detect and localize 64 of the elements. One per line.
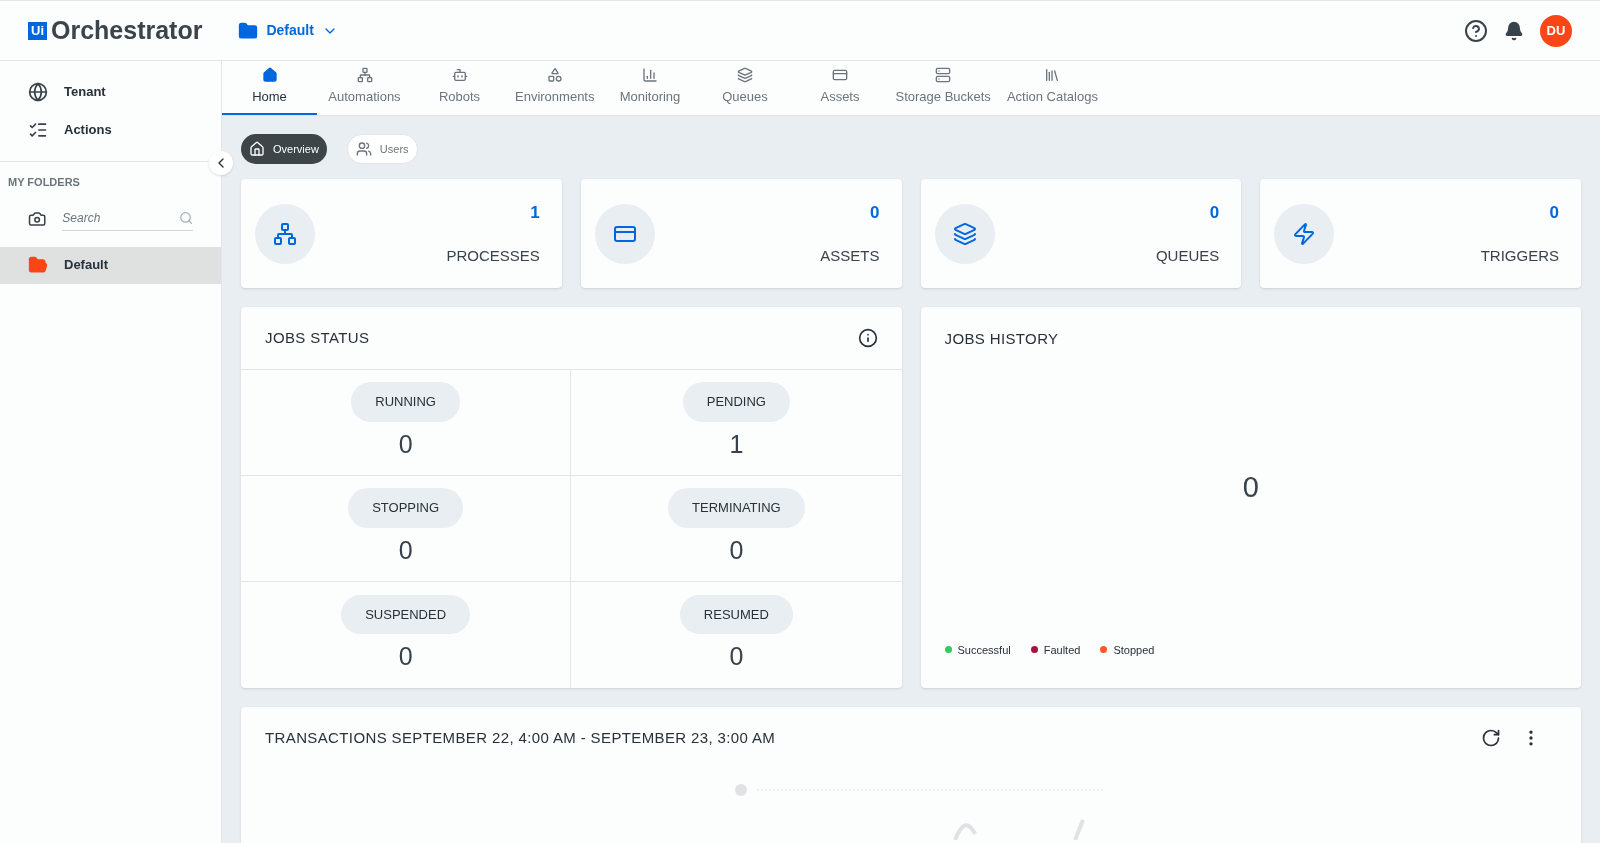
sidebar-item[interactable]: Actions	[0, 111, 221, 149]
status-chip: RUNNING	[351, 382, 460, 422]
notifications-icon[interactable]	[1504, 20, 1524, 41]
status-count: 0	[398, 428, 413, 460]
stat-card[interactable]: 1 PROCESSES	[241, 179, 562, 288]
refresh-icon[interactable]	[1481, 728, 1501, 749]
nav-tab[interactable]: Robots	[412, 61, 507, 115]
card-title: JOBS HISTORY	[944, 329, 1059, 349]
app-title: Orchestrator	[51, 14, 203, 46]
view-chip[interactable]: Users	[346, 134, 418, 164]
stat-label: TRIGGERS	[1480, 246, 1559, 266]
section-label: MY FOLDERS	[7, 175, 81, 190]
jobs-total: 0	[1242, 469, 1259, 505]
collapse-button[interactable]	[209, 151, 233, 175]
user-avatar[interactable]: DU	[1540, 14, 1572, 47]
logo-mark: Ui	[28, 21, 47, 40]
status-chip: TERMINATING	[668, 488, 805, 528]
stat-value: 0	[1209, 201, 1220, 224]
stat-label: QUEUES	[1155, 246, 1220, 266]
status-chip: RESUMED	[679, 594, 793, 634]
stat-card[interactable]: 0 ASSETS	[580, 179, 902, 288]
status-chip: PENDING	[682, 382, 790, 422]
checklist-icon	[28, 120, 48, 140]
card-title: TRANSACTIONS SEPTEMBER 22, 4:00 AM - SEPTEMBER 23, 3:00 AM	[265, 728, 776, 748]
legend-label: Stopped	[1113, 642, 1155, 658]
info-icon[interactable]	[857, 328, 878, 348]
stat-label: PROCESSES	[446, 246, 540, 266]
help-icon[interactable]	[1464, 18, 1488, 43]
home-icon	[249, 141, 265, 157]
status-count: 0	[398, 641, 413, 672]
status-chip: SUSPENDED	[341, 594, 471, 634]
status-count: 1	[729, 428, 744, 460]
nav-tab[interactable]: Environments	[507, 61, 603, 115]
status-count: 0	[729, 641, 744, 672]
sidebar-item[interactable]: Tenant	[0, 73, 221, 111]
legend-label: Successful	[957, 642, 1011, 658]
nav-tab[interactable]: Assets	[792, 61, 888, 115]
nav-tab[interactable]: Automations	[317, 61, 412, 115]
search-field[interactable]: Search	[62, 209, 179, 227]
globe-icon	[28, 82, 48, 102]
nav-tab[interactable]: Action Catalogs	[998, 61, 1106, 115]
nav-tab[interactable]: Storage Buckets	[887, 61, 999, 115]
legend-label: Faulted	[1043, 642, 1081, 658]
stat-value: 0	[870, 201, 880, 224]
status-chip: STOPPING	[348, 488, 464, 528]
search-icon	[178, 210, 193, 226]
folder-icon	[238, 20, 259, 41]
status-count: 0	[398, 534, 413, 566]
view-chip[interactable]: Overview	[241, 134, 327, 164]
nav-tab[interactable]: Queues	[697, 61, 793, 115]
stat-value: 0	[1549, 201, 1559, 224]
stat-label: ASSETS	[820, 246, 880, 266]
stat-card[interactable]: 0 TRIGGERS	[1260, 179, 1581, 288]
card-title: JOBS STATUS	[265, 327, 370, 348]
nav-tab[interactable]: Home	[222, 61, 317, 115]
users-icon	[355, 141, 372, 157]
home-icon	[261, 67, 278, 84]
folder-item[interactable]: Default	[0, 246, 221, 284]
folder-icon	[28, 255, 48, 275]
nav-tab[interactable]: Monitoring	[602, 61, 698, 115]
stat-value: 1	[530, 201, 540, 224]
folder-selector[interactable]: Default	[238, 20, 338, 41]
stat-card[interactable]: 0 QUEUES	[920, 179, 1242, 288]
status-count: 0	[729, 534, 744, 566]
